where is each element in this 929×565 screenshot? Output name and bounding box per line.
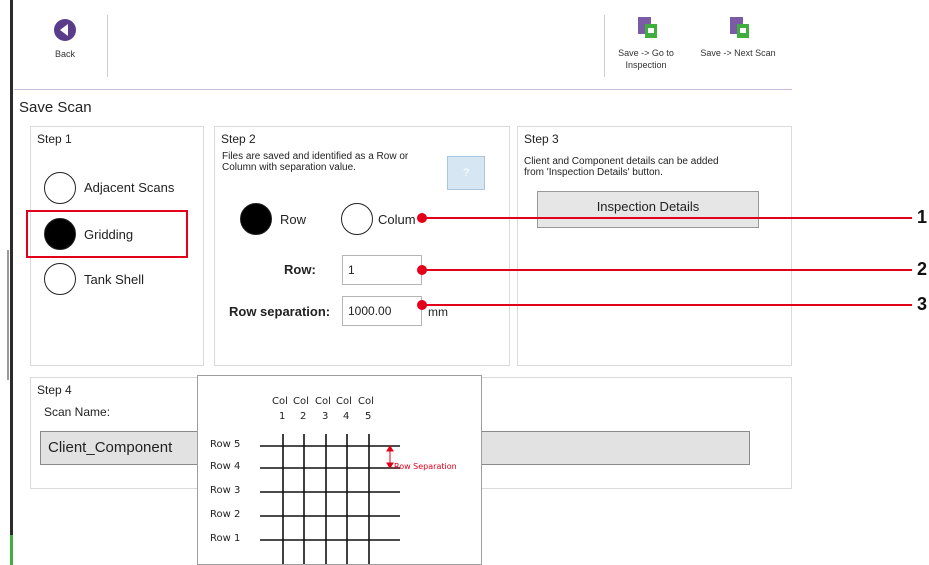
row-label-2: Row 2 — [210, 509, 241, 520]
step3-title: Step 3 — [524, 132, 559, 146]
col-number-1: 1 — [279, 411, 286, 422]
col-header-5: Col — [358, 396, 374, 407]
row-separation-unit: mm — [428, 305, 448, 319]
save-next-icon — [730, 17, 749, 38]
label-row: Row — [280, 212, 307, 227]
row-label: Row: — [284, 262, 316, 277]
row-label-4: Row 4 — [210, 461, 241, 472]
gridding-diagram: Col Col Col Col Col 1 2 3 4 5 Row 5 Row … — [197, 375, 482, 565]
col-number-2: 2 — [300, 411, 307, 422]
col-header-3: Col — [315, 396, 331, 407]
toolbar-divider — [14, 89, 792, 90]
row-label-3: Row 3 — [210, 485, 241, 496]
col-number-3: 3 — [322, 411, 329, 422]
scan-name-value: Client_Component — [48, 439, 173, 456]
row-label-5: Row 5 — [210, 439, 241, 450]
col-header-2: Col — [293, 396, 309, 407]
toolbar-separator — [604, 15, 605, 77]
radio-adjacent-scans[interactable] — [44, 172, 76, 204]
label-column: Colum — [378, 212, 416, 227]
window-left-border — [10, 0, 13, 565]
row-separation-label: Row separation: — [229, 304, 331, 319]
row-label-1: Row 1 — [210, 533, 241, 544]
row-separation-annotation: Row Separation — [394, 462, 457, 471]
col-number-4: 4 — [343, 411, 350, 422]
row-separation-input[interactable]: 1000.00 — [342, 296, 422, 326]
row-input[interactable]: 1 — [342, 255, 422, 285]
inspection-details-button[interactable]: Inspection Details — [537, 191, 759, 228]
back-label: Back — [54, 49, 75, 59]
callout-1: 1 — [917, 207, 928, 227]
window-resize-handle[interactable] — [7, 250, 9, 380]
col-header-1: Col — [272, 396, 288, 407]
col-header-4: Col — [336, 396, 352, 407]
page-title: Save Scan — [19, 99, 92, 116]
save-goto-label: Save -> Go to — [618, 48, 674, 58]
radio-row[interactable] — [240, 203, 272, 235]
back-arrow-icon — [54, 19, 76, 41]
label-adjacent-scans: Adjacent Scans — [84, 180, 175, 195]
col-number-5: 5 — [365, 411, 372, 422]
toolbar-separator — [107, 15, 108, 77]
step1-title: Step 1 — [37, 132, 72, 146]
highlight-box-gridding — [26, 210, 188, 258]
save-goto-inspection-button[interactable]: Save -> Go to Inspection — [612, 15, 680, 87]
save-goto-label-line2: Inspection — [625, 60, 667, 70]
radio-column[interactable] — [341, 203, 373, 235]
help-button[interactable]: ? — [447, 156, 485, 190]
save-next-scan-button[interactable]: Save -> Next Scan — [692, 15, 784, 75]
scan-name-label: Scan Name: — [44, 405, 111, 419]
back-button[interactable]: Back — [45, 18, 85, 68]
step2-description: Files are saved and identified as a Row … — [222, 151, 409, 173]
save-document-icon — [638, 17, 657, 38]
save-next-label: Save -> Next Scan — [700, 48, 776, 58]
label-tank-shell: Tank Shell — [84, 272, 144, 287]
radio-tank-shell[interactable] — [44, 263, 76, 295]
status-indicator — [10, 535, 13, 565]
step4-title: Step 4 — [37, 383, 72, 397]
step2-title: Step 2 — [221, 132, 256, 146]
callout-2: 2 — [917, 259, 928, 279]
callout-3: 3 — [917, 294, 928, 314]
help-label: ? — [462, 167, 470, 179]
step3-description: Client and Component details can be adde… — [524, 156, 719, 178]
